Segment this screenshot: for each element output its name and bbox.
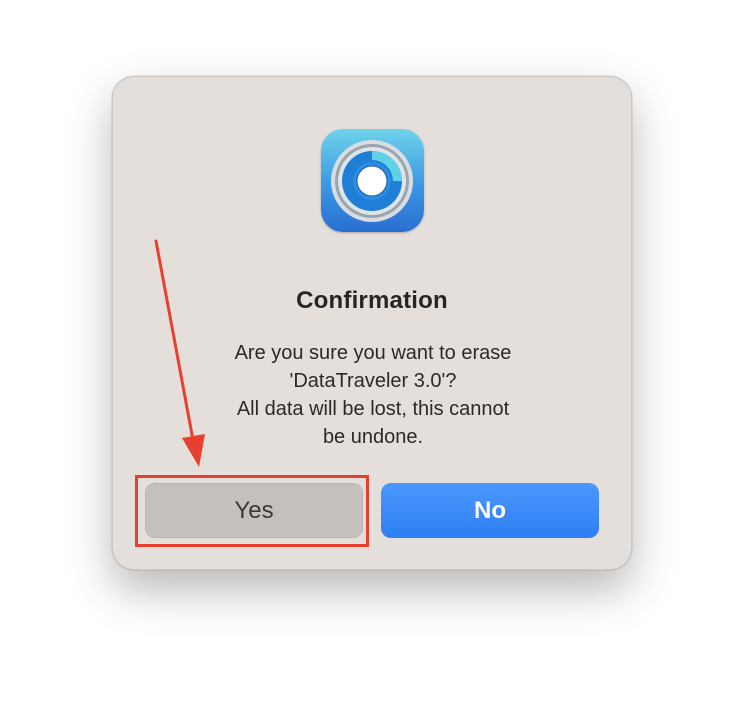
dialog-title: Confirmation xyxy=(296,287,448,314)
message-line: All data will be lost, this cannot xyxy=(236,398,510,420)
screen: Confirmation Are you sure you want to er… xyxy=(0,0,744,718)
disk-utility-app-icon xyxy=(321,129,424,232)
yes-button[interactable]: Yes xyxy=(145,483,363,538)
dialog-message: Are you sure you want to erase 'DataTrav… xyxy=(173,339,573,451)
message-line: 'DataTraveler 3.0'? xyxy=(289,370,457,392)
message-line: Are you sure you want to erase xyxy=(234,342,512,364)
no-button[interactable]: No xyxy=(381,483,599,538)
confirmation-dialog: Confirmation Are you sure you want to er… xyxy=(112,76,632,570)
message-line: be undone. xyxy=(322,426,424,448)
